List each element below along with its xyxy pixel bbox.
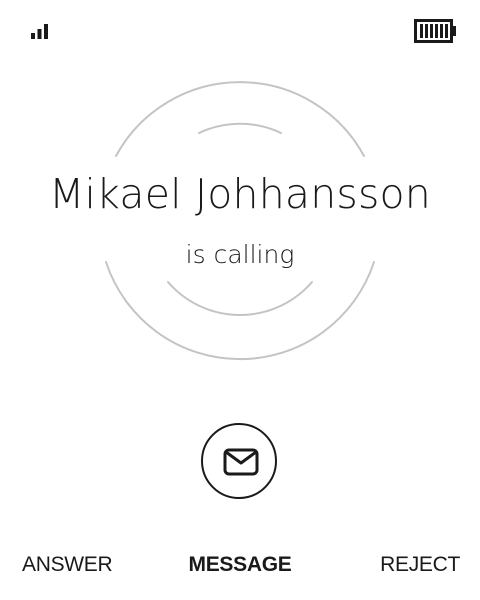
inner-ring-bottom-arc	[167, 281, 313, 316]
call-status-text: is calling	[185, 240, 295, 269]
inner-ring-top-arc	[198, 122, 282, 134]
envelope-icon	[223, 448, 259, 476]
outer-ring-bottom-arc	[105, 261, 375, 361]
caller-name: Mikael Johhansson	[48, 170, 431, 218]
softkey-bar: ANSWER MESSAGE REJECT	[0, 553, 480, 585]
message-button[interactable]	[201, 423, 277, 499]
outer-ring-top-arc	[115, 81, 365, 157]
reject-softkey[interactable]: REJECT	[380, 553, 460, 577]
